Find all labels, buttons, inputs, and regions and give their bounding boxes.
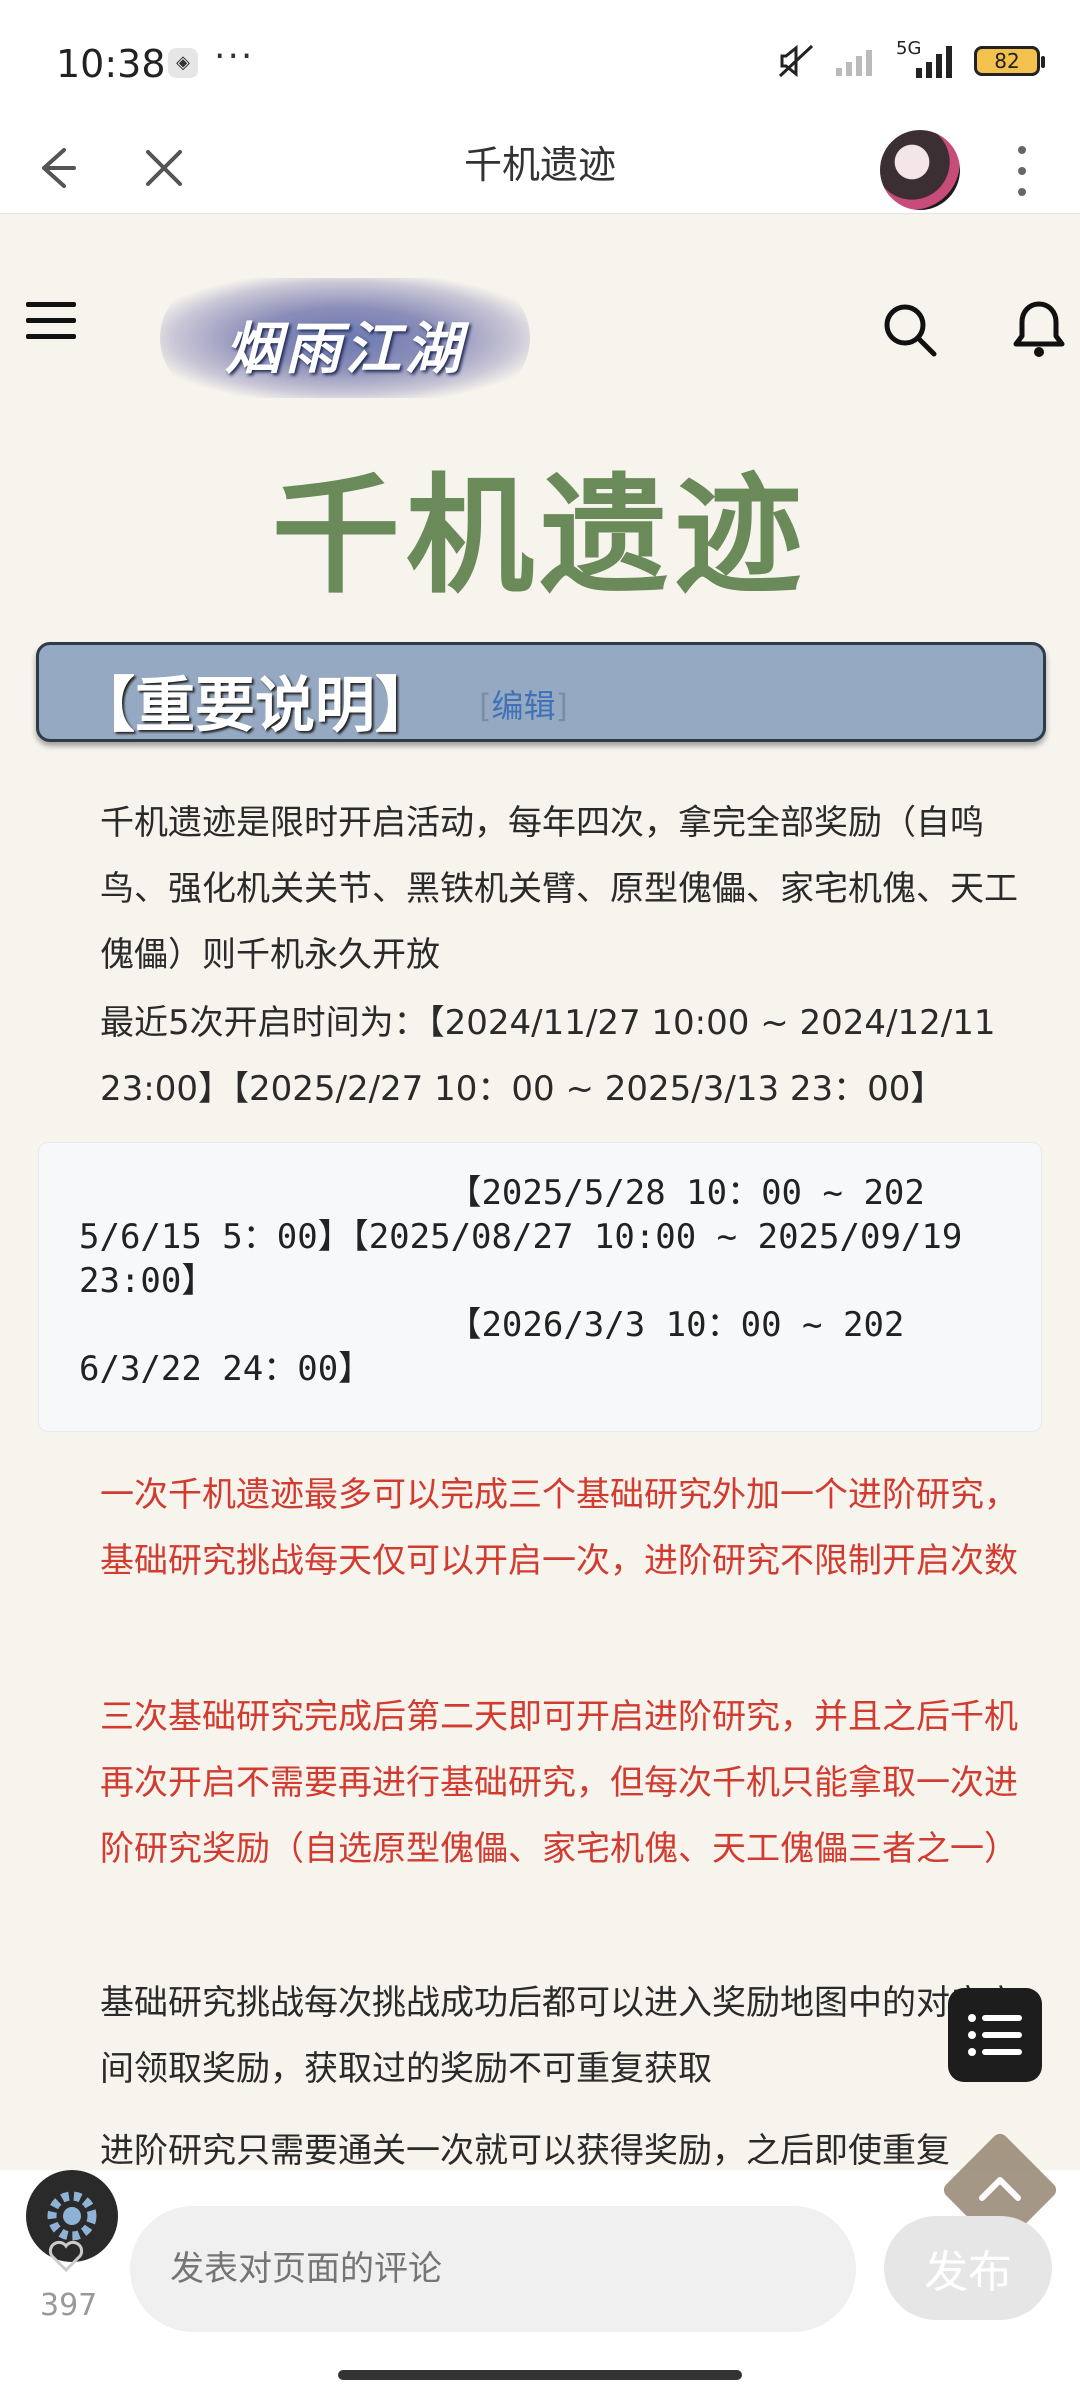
like-count: 397: [40, 2288, 98, 2323]
more-vertical-icon[interactable]: [1004, 136, 1040, 206]
signal-5g-icon: 5G: [896, 38, 956, 78]
section-title: 【重要说明】: [75, 671, 435, 741]
mute-icon: [778, 44, 814, 78]
app-bar: 千机遗迹: [0, 130, 1080, 214]
paragraph-advanced-reward: 进阶研究只需要通关一次就可以获得奖励，之后即使重复: [100, 2131, 950, 2170]
article-title: 千机遗迹: [271, 462, 808, 611]
publish-button[interactable]: 发布: [884, 2216, 1052, 2320]
paragraph-open-times: 最近5次开启时间为：【2024/11/27 10:00 ~ 2024/12/11…: [100, 1003, 996, 1109]
status-bar: 10:38 ◈ ··· 5G 82: [0, 0, 1080, 130]
paragraph-intro: 千机遗迹是限时开启活动，每年四次，拿完全部奖励（自鸣鸟、强化机关关节、黑铁机关臂…: [100, 803, 1018, 975]
list-icon: [968, 2014, 1022, 2056]
like-icon[interactable]: [46, 2236, 86, 2276]
comment-bar: 397 发布: [0, 2130, 1080, 2400]
site-header: 烟雨江湖: [0, 254, 1080, 398]
signal-weak-icon: [836, 50, 872, 76]
table-of-contents-button[interactable]: [948, 1988, 1042, 2082]
site-logo[interactable]: 烟雨江湖: [160, 278, 530, 398]
more-notifications-icon: ···: [214, 36, 255, 77]
home-indicator[interactable]: [338, 2370, 742, 2380]
wiki-content[interactable]: 烟雨江湖 千机遗迹 【重要说明】 [编辑] 千机遗迹是限时开启活动，每年四次，拿…: [0, 214, 1080, 2170]
paragraph-rule-2: 三次基础研究完成后第二天即可开启进阶研究，并且之后千机再次开启不需要再进行基础研…: [100, 1697, 1018, 1869]
search-icon[interactable]: [880, 300, 940, 360]
section-header: 【重要说明】 [编辑]: [36, 642, 1046, 742]
hamburger-menu-icon[interactable]: [22, 296, 82, 346]
notification-bell-icon[interactable]: [1010, 298, 1068, 360]
edit-label[interactable]: 编辑: [491, 687, 555, 725]
paragraph-basic-reward: 基础研究挑战每次挑战成功后都可以进入奖励地图中的对应房间领取奖励，获取过的奖励不…: [100, 1983, 1018, 2089]
status-time: 10:38: [56, 42, 166, 86]
edit-bracket-close: ]: [555, 687, 568, 725]
edit-section-link[interactable]: [编辑]: [479, 681, 568, 727]
battery-indicator: 82: [974, 46, 1045, 76]
code-block-open-times: 【2025/5/28 10：00 ~ 202 5/6/15 5：00】【2025…: [38, 1142, 1042, 1432]
app-notification-icon: ◈: [168, 48, 198, 78]
user-avatar[interactable]: [880, 130, 960, 210]
edit-bracket-open: [: [479, 687, 492, 725]
comment-input[interactable]: [130, 2206, 856, 2332]
site-logo-text: 烟雨江湖: [225, 316, 465, 382]
paragraph-rule-1: 一次千机遗迹最多可以完成三个基础研究外加一个进阶研究，基础研究挑战每天仅可以开启…: [100, 1475, 1018, 1581]
